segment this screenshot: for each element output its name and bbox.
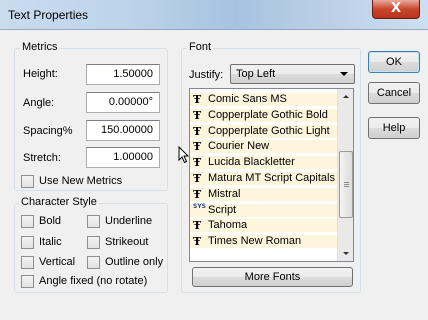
font-list-item[interactable]: SYS Script xyxy=(190,202,338,217)
angle-label: Angle: xyxy=(23,97,55,109)
font-list-item[interactable]: Ŧ Mistral xyxy=(190,187,338,201)
truetype-icon: Ŧ xyxy=(193,219,202,233)
vertical-label: Vertical xyxy=(39,256,76,268)
ok-button[interactable]: OK xyxy=(368,51,420,73)
font-name: Comic Sans MS xyxy=(208,93,287,105)
outline-only-checkbox[interactable] xyxy=(87,256,100,269)
font-legend: Font xyxy=(187,41,214,53)
height-label: Height: xyxy=(23,68,58,80)
font-list-item[interactable]: Ŧ Times New Roman xyxy=(190,235,338,249)
scroll-thumb[interactable] xyxy=(339,151,353,218)
justify-select[interactable]: Top Left xyxy=(230,64,355,84)
truetype-icon: Ŧ xyxy=(193,235,202,249)
underline-checkbox[interactable] xyxy=(87,215,100,228)
close-button[interactable]: X xyxy=(372,0,420,19)
close-icon: X xyxy=(390,1,402,16)
height-field[interactable]: 1.50000 xyxy=(86,64,160,85)
underline-label: Underline xyxy=(105,215,153,227)
scroll-up-icon[interactable] xyxy=(338,89,353,105)
italic-checkbox[interactable] xyxy=(21,236,34,249)
character-style-legend: Character Style xyxy=(19,196,99,208)
spacing-label: Spacing% xyxy=(23,125,73,137)
font-list-item[interactable]: Ŧ Comic Sans MS xyxy=(190,93,338,106)
vertical-checkbox[interactable] xyxy=(21,256,34,269)
font-name: Matura MT Script Capitals xyxy=(208,172,335,184)
scroll-down-icon[interactable] xyxy=(338,245,353,261)
text-properties-dialog: Text Properties X Metrics Height: 1.5000… xyxy=(0,0,428,320)
font-name: Courier New xyxy=(208,140,270,153)
bold-checkbox[interactable] xyxy=(21,215,34,228)
angle-fixed-checkbox[interactable] xyxy=(21,275,34,288)
font-name: Mistral xyxy=(208,187,241,200)
strikeout-label: Strikeout xyxy=(105,236,149,248)
font-list-item[interactable]: Ŧ Matura MT Script Capitals xyxy=(190,172,338,185)
truetype-icon: Ŧ xyxy=(193,108,202,122)
metrics-legend: Metrics xyxy=(20,41,60,53)
font-list-scrollbar[interactable] xyxy=(337,89,353,261)
font-list-item[interactable]: Ŧ Courier New xyxy=(190,140,338,154)
stretch-label: Stretch: xyxy=(23,152,61,164)
font-list-item[interactable]: Ŧ Copperplate Gothic Light xyxy=(190,124,338,138)
justify-label: Justify: xyxy=(189,69,224,81)
system-font-icon: SYS xyxy=(193,202,206,210)
angle-fixed-label: Angle fixed (no rotate) xyxy=(39,275,148,287)
truetype-icon: Ŧ xyxy=(193,172,202,185)
truetype-icon: Ŧ xyxy=(193,93,202,106)
window-title: Text Properties xyxy=(8,8,89,22)
truetype-icon: Ŧ xyxy=(193,187,202,201)
font-name: Times New Roman xyxy=(208,235,302,248)
truetype-icon: Ŧ xyxy=(193,156,202,170)
angle-field[interactable]: 0.00000° xyxy=(86,92,160,113)
font-name: Lucida Blackletter xyxy=(208,156,295,169)
font-list[interactable]: Ŧ Comic Sans MS Ŧ Copperplate Gothic Bold Ŧ C… xyxy=(189,88,354,262)
font-name: Script xyxy=(208,203,237,216)
bold-label: Bold xyxy=(39,215,62,227)
italic-label: Italic xyxy=(39,236,62,248)
title-bar: Text Properties X xyxy=(0,0,428,30)
font-list-item[interactable]: Ŧ Tahoma xyxy=(190,219,338,233)
use-new-metrics-checkbox[interactable] xyxy=(21,175,34,188)
stretch-field[interactable]: 1.00000 xyxy=(86,147,160,168)
mouse-cursor-icon xyxy=(178,146,190,164)
strikeout-checkbox[interactable] xyxy=(87,236,100,249)
truetype-icon: Ŧ xyxy=(193,124,202,138)
outline-only-label: Outline only xyxy=(105,256,164,268)
font-name: Copperplate Gothic Light xyxy=(208,124,330,137)
font-name: Tahoma xyxy=(208,219,248,232)
cancel-button[interactable]: Cancel xyxy=(368,82,420,104)
font-name: Copperplate Gothic Bold xyxy=(208,108,328,121)
justify-value: Top Left xyxy=(236,68,276,80)
help-button[interactable]: Help xyxy=(368,117,420,139)
more-fonts-button[interactable]: More Fonts xyxy=(192,267,353,287)
truetype-icon: Ŧ xyxy=(193,140,202,154)
spacing-field[interactable]: 150.00000 xyxy=(86,120,160,141)
use-new-metrics-label: Use New Metrics xyxy=(39,175,123,187)
chevron-down-icon xyxy=(340,72,348,76)
font-list-item[interactable]: Ŧ Lucida Blackletter xyxy=(190,156,338,170)
font-list-item[interactable]: Ŧ Copperplate Gothic Bold xyxy=(190,108,338,122)
